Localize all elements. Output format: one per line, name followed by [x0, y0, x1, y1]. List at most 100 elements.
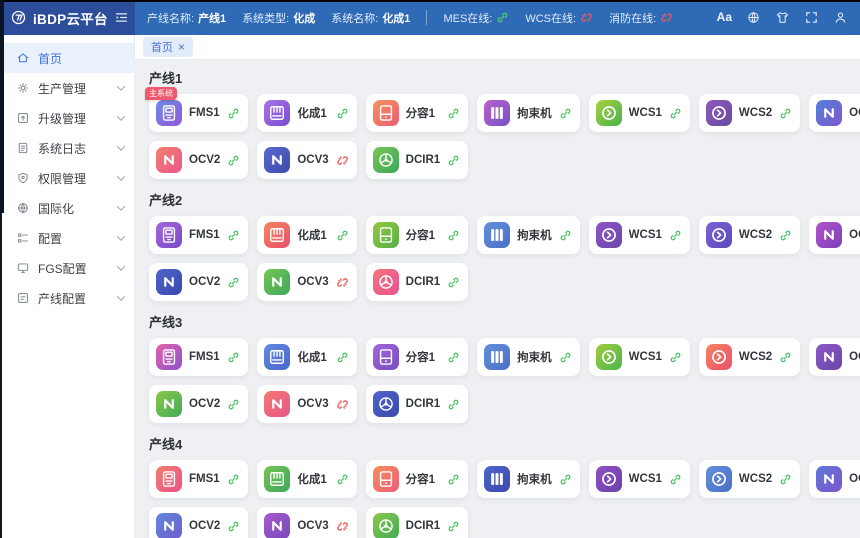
- link-icon[interactable]: [447, 107, 460, 120]
- link-icon[interactable]: [559, 351, 572, 364]
- sidebar-item-config[interactable]: 配置: [0, 223, 134, 253]
- link-icon[interactable]: [227, 520, 240, 533]
- user-icon[interactable]: [833, 10, 848, 25]
- link-icon[interactable]: [669, 107, 682, 120]
- link-icon[interactable]: [336, 351, 349, 364]
- system-card-化成1[interactable]: 化成1: [257, 94, 356, 132]
- system-card-DCIR1[interactable]: DCIR1: [366, 385, 469, 423]
- system-card-分容1[interactable]: 分容1: [366, 338, 469, 376]
- link-icon[interactable]: [447, 229, 460, 242]
- link-icon[interactable]: [447, 276, 460, 289]
- system-card-分容1[interactable]: 分容1: [366, 216, 469, 254]
- system-card-OCV1[interactable]: OCV1: [809, 338, 860, 376]
- system-card-OCV2[interactable]: OCV2: [149, 507, 248, 538]
- section-title: 产线1: [149, 68, 846, 87]
- link-icon[interactable]: [447, 520, 460, 533]
- broken-link-icon[interactable]: [336, 398, 349, 411]
- system-card-化成1[interactable]: 化成1: [257, 216, 356, 254]
- link-icon[interactable]: [227, 473, 240, 486]
- system-card-拘束机[interactable]: 拘束机: [477, 216, 580, 254]
- link-icon[interactable]: [227, 398, 240, 411]
- system-card-OCV2[interactable]: OCV2: [149, 141, 248, 179]
- fullscreen-icon[interactable]: [804, 10, 819, 25]
- sidebar-item-system-log[interactable]: 系统日志: [0, 133, 134, 163]
- sidebar-item-fgs-config[interactable]: FGS配置: [0, 253, 134, 283]
- link-icon[interactable]: [669, 229, 682, 242]
- system-card-OCV2[interactable]: OCV2: [149, 385, 248, 423]
- system-card-DCIR1[interactable]: DCIR1: [366, 141, 469, 179]
- font-size-button[interactable]: Aa: [717, 10, 732, 25]
- system-card-WCS1[interactable]: WCS1: [589, 338, 690, 376]
- sidebar-item-home[interactable]: 首页: [0, 43, 134, 73]
- broken-link-icon[interactable]: [336, 520, 349, 533]
- link-icon[interactable]: [447, 154, 460, 167]
- system-card-OCV1[interactable]: OCV1: [809, 460, 860, 498]
- theme-shirt-icon[interactable]: [775, 10, 790, 25]
- sidebar-item-permission[interactable]: 权限管理: [0, 163, 134, 193]
- close-icon[interactable]: ×: [178, 42, 185, 52]
- system-card-WCS2[interactable]: WCS2: [699, 338, 800, 376]
- card-label: OCV2: [189, 154, 220, 166]
- link-icon[interactable]: [669, 473, 682, 486]
- link-icon[interactable]: [559, 229, 572, 242]
- link-icon[interactable]: [336, 473, 349, 486]
- link-icon[interactable]: [336, 229, 349, 242]
- system-card-WCS2[interactable]: WCS2: [699, 94, 800, 132]
- system-card-FMS1[interactable]: 主系统 FMS1: [149, 94, 248, 132]
- system-card-分容1[interactable]: 分容1: [366, 460, 469, 498]
- system-card-OCV3[interactable]: OCV3: [257, 141, 356, 179]
- system-card-WCS2[interactable]: WCS2: [699, 216, 800, 254]
- link-icon[interactable]: [779, 351, 792, 364]
- card-label: 化成1: [297, 349, 326, 365]
- link-icon[interactable]: [227, 351, 240, 364]
- link-icon[interactable]: [227, 154, 240, 167]
- link-icon[interactable]: [779, 473, 792, 486]
- system-card-WCS2[interactable]: WCS2: [699, 460, 800, 498]
- sidebar-item-production[interactable]: 生产管理: [0, 73, 134, 103]
- system-card-化成1[interactable]: 化成1: [257, 460, 356, 498]
- link-icon[interactable]: [447, 351, 460, 364]
- system-card-DCIR1[interactable]: DCIR1: [366, 507, 469, 538]
- link-icon[interactable]: [779, 107, 792, 120]
- sidebar-item-upgrade[interactable]: 升级管理: [0, 103, 134, 133]
- system-card-OCV2[interactable]: OCV2: [149, 263, 248, 301]
- system-card-DCIR1[interactable]: DCIR1: [366, 263, 469, 301]
- sidebar-item-label: 产线配置: [38, 290, 86, 307]
- link-icon[interactable]: [447, 473, 460, 486]
- system-card-OCV1[interactable]: OCV1: [809, 94, 860, 132]
- system-card-拘束机[interactable]: 拘束机: [477, 94, 580, 132]
- system-card-WCS1[interactable]: WCS1: [589, 460, 690, 498]
- link-icon[interactable]: [227, 107, 240, 120]
- link-icon[interactable]: [227, 276, 240, 289]
- link-icon[interactable]: [447, 398, 460, 411]
- system-card-WCS1[interactable]: WCS1: [589, 94, 690, 132]
- header-info-item: 系统类型:化成: [242, 10, 315, 26]
- link-icon[interactable]: [559, 107, 572, 120]
- link-icon[interactable]: [559, 473, 572, 486]
- system-card-FMS1[interactable]: FMS1: [149, 460, 248, 498]
- sidebar-collapse-icon[interactable]: [114, 10, 129, 25]
- link-icon[interactable]: [227, 229, 240, 242]
- system-card-OCV3[interactable]: OCV3: [257, 385, 356, 423]
- language-globe-icon[interactable]: [746, 10, 761, 25]
- sidebar-item-i18n[interactable]: 国际化: [0, 193, 134, 223]
- system-card-WCS1[interactable]: WCS1: [589, 216, 690, 254]
- system-card-拘束机[interactable]: 拘束机: [477, 460, 580, 498]
- system-card-化成1[interactable]: 化成1: [257, 338, 356, 376]
- system-card-分容1[interactable]: 分容1: [366, 94, 469, 132]
- system-card-拘束机[interactable]: 拘束机: [477, 338, 580, 376]
- system-card-FMS1[interactable]: FMS1: [149, 216, 248, 254]
- broken-link-icon[interactable]: [336, 276, 349, 289]
- card-label: WCS2: [739, 107, 772, 119]
- link-icon[interactable]: [669, 351, 682, 364]
- system-card-FMS1[interactable]: FMS1: [149, 338, 248, 376]
- link-icon[interactable]: [779, 229, 792, 242]
- sidebar-item-line-config[interactable]: 产线配置: [0, 283, 134, 313]
- system-card-OCV3[interactable]: OCV3: [257, 507, 356, 538]
- config-list-icon: [16, 231, 30, 245]
- tab-home[interactable]: 首页 ×: [143, 37, 193, 57]
- link-icon[interactable]: [336, 107, 349, 120]
- system-card-OCV3[interactable]: OCV3: [257, 263, 356, 301]
- system-card-OCV1[interactable]: OCV1: [809, 216, 860, 254]
- broken-link-icon[interactable]: [336, 154, 349, 167]
